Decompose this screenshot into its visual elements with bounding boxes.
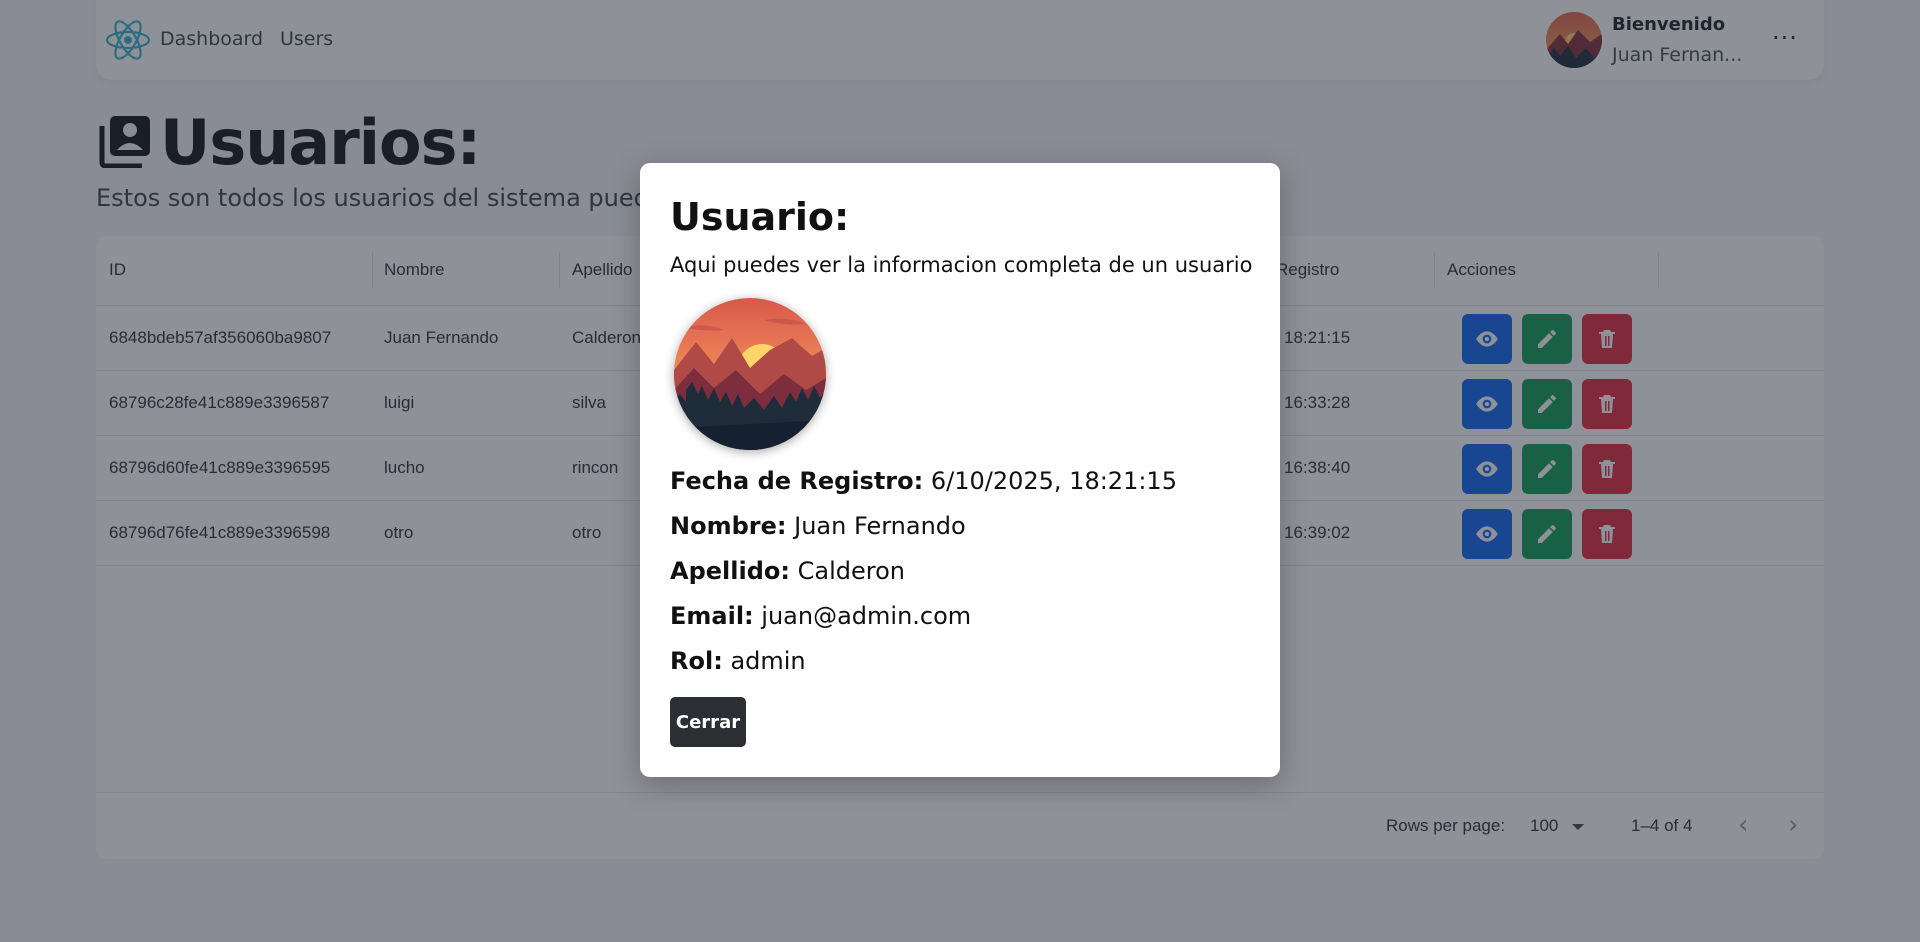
field-value: Calderon xyxy=(797,557,905,585)
field-nombre: Nombre: Juan Fernando xyxy=(670,512,966,540)
field-rol: Rol: admin xyxy=(670,647,806,675)
user-detail-modal: Usuario: Aqui puedes ver la informacion … xyxy=(640,163,1280,777)
field-label: Apellido: xyxy=(670,557,790,585)
modal-subtitle: Aqui puedes ver la informacion completa … xyxy=(670,253,1253,277)
field-value: 6/10/2025, 18:21:15 xyxy=(930,467,1177,495)
field-value: Juan Fernando xyxy=(794,512,966,540)
field-label: Email: xyxy=(670,602,754,630)
field-fecha-registro: Fecha de Registro: 6/10/2025, 18:21:15 xyxy=(670,467,1177,495)
field-apellido: Apellido: Calderon xyxy=(670,557,905,585)
field-label: Rol: xyxy=(670,647,723,675)
field-email: Email: juan@admin.com xyxy=(670,602,971,630)
field-value: admin xyxy=(730,647,806,675)
field-value: juan@admin.com xyxy=(761,602,972,630)
field-label: Fecha de Registro: xyxy=(670,467,924,495)
modal-title: Usuario: xyxy=(670,195,850,239)
close-modal-button[interactable]: Cerrar xyxy=(670,697,746,747)
field-label: Nombre: xyxy=(670,512,787,540)
user-profile-image xyxy=(674,298,826,450)
